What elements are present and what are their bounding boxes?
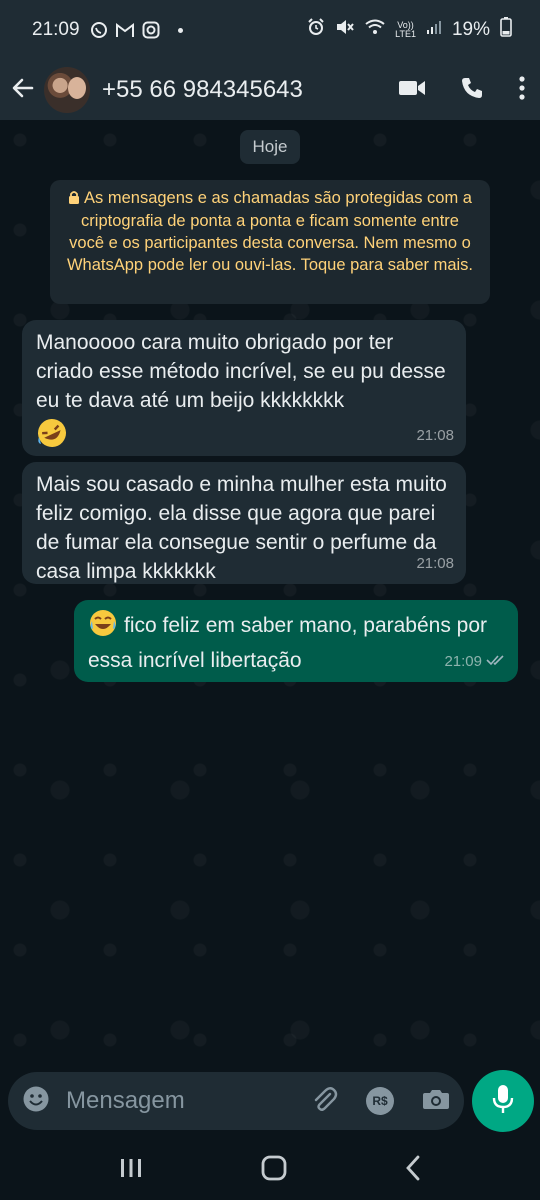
microphone-icon xyxy=(492,1084,514,1119)
whatsapp-notification-icon xyxy=(90,21,108,39)
mute-icon xyxy=(335,18,355,42)
encryption-notice-text: As mensagens e as chamadas são protegida… xyxy=(66,189,473,274)
more-options-icon[interactable] xyxy=(518,75,526,105)
instagram-notification-icon xyxy=(142,21,160,39)
message-bubble-incoming[interactable]: Mais sou casado e minha mulher esta muit… xyxy=(22,462,466,584)
chat-header: +55 66 984345643 xyxy=(0,60,540,120)
alarm-icon xyxy=(307,18,325,42)
message-text: Manooooo cara muito obrigado por ter cri… xyxy=(36,331,446,412)
message-input[interactable]: Mensagem xyxy=(66,1087,185,1115)
message-bubble-outgoing[interactable]: fico feliz em saber mano, parabéns por e… xyxy=(74,600,518,682)
emoji-picker-icon[interactable] xyxy=(22,1085,50,1118)
back-nav-icon[interactable] xyxy=(405,1155,421,1186)
message-time: 21:08 xyxy=(416,555,454,572)
attach-icon[interactable] xyxy=(310,1085,338,1118)
message-bubble-incoming[interactable]: Manooooo cara muito obrigado por ter cri… xyxy=(22,320,466,456)
rolling-laughing-emoji-icon xyxy=(36,419,68,454)
encryption-notice[interactable]: As mensagens e as chamadas são protegida… xyxy=(50,180,490,304)
video-call-icon[interactable] xyxy=(398,78,426,103)
camera-icon[interactable] xyxy=(422,1087,450,1116)
message-time: 21:08 xyxy=(416,427,454,444)
message-text: Mais sou casado e minha mulher esta muit… xyxy=(36,473,447,583)
voice-call-icon[interactable] xyxy=(460,76,484,105)
message-time: 21:09 xyxy=(444,653,482,670)
voice-message-button[interactable] xyxy=(472,1070,534,1132)
gmail-notification-icon xyxy=(115,22,134,38)
read-receipt-icon xyxy=(486,647,506,676)
message-composer: Mensagem R$ xyxy=(8,1072,464,1130)
date-chip: Hoje xyxy=(240,130,300,164)
status-time: 21:09 xyxy=(32,19,80,40)
battery-icon xyxy=(500,17,512,43)
wifi-icon xyxy=(365,19,385,41)
network-type: Vo)) LTE1 xyxy=(395,20,416,39)
recent-apps-icon[interactable] xyxy=(119,1157,143,1184)
contact-name[interactable]: +55 66 984345643 xyxy=(102,76,303,104)
payment-button[interactable]: R$ xyxy=(366,1087,394,1115)
home-icon[interactable] xyxy=(261,1155,287,1186)
status-bar: 21:09 Vo)) LTE1 19% xyxy=(0,0,540,60)
system-nav-bar xyxy=(0,1140,540,1200)
signal-icon xyxy=(426,19,442,41)
lock-icon xyxy=(68,188,80,210)
chat-area[interactable]: Hoje As mensagens e as chamadas são prot… xyxy=(0,120,540,1080)
contact-avatar[interactable] xyxy=(44,67,90,113)
message-text: fico feliz em saber mano, parabéns por e… xyxy=(88,614,488,672)
battery-percent: 19% xyxy=(451,19,490,40)
tears-of-joy-emoji-icon xyxy=(88,608,118,646)
back-arrow-icon[interactable] xyxy=(10,75,36,106)
more-notifications-dot xyxy=(177,27,183,33)
